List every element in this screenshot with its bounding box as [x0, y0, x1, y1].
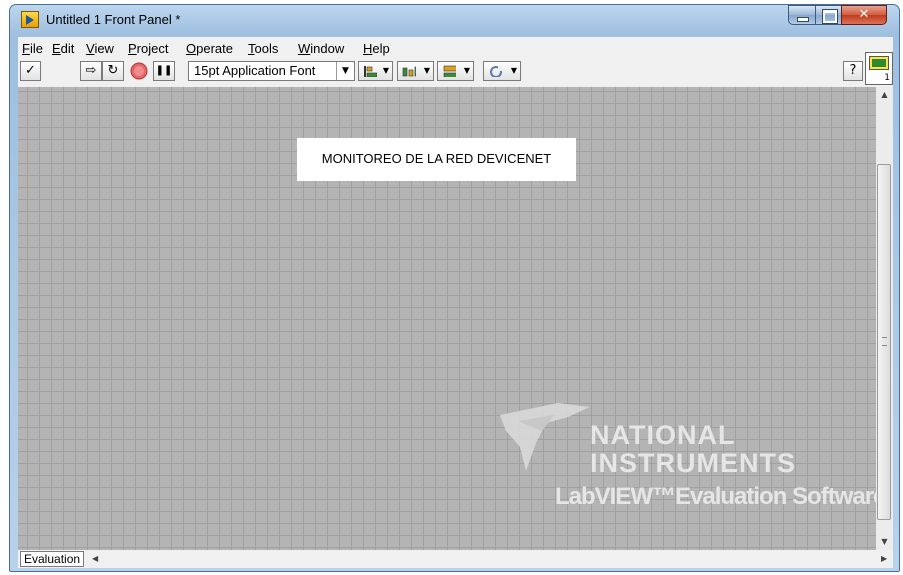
evaluation-tab[interactable]: Evaluation [20, 551, 85, 567]
window-title: Untitled 1 Front Panel * [46, 12, 181, 27]
run-arrow-icon: ⇨ [85, 63, 97, 78]
abort-button[interactable] [128, 61, 150, 81]
run-button[interactable]: ⇨ [80, 61, 102, 81]
free-label[interactable]: MONITOREO DE LA RED DEVICENET [297, 138, 576, 181]
reorder-icon [490, 66, 502, 77]
font-dropdown[interactable]: 15pt Application Font ▼ [188, 61, 355, 81]
context-help-button[interactable]: ? [843, 61, 863, 81]
distribute-icon [402, 66, 416, 77]
resize-icon [443, 65, 456, 77]
scroll-down-arrow-icon[interactable]: ▼ [876, 534, 893, 550]
minimize-button[interactable] [788, 5, 816, 25]
title-bar[interactable]: Untitled 1 Front Panel * ✕ [10, 5, 899, 37]
menu-project[interactable]: Project [128, 41, 168, 56]
checkmark-icon: ✓ [25, 63, 36, 78]
scroll-left-arrow-icon[interactable]: ◀ [92, 552, 98, 566]
run-continuously-icon: ↻ [107, 63, 119, 78]
pause-icon: ❚❚ [155, 65, 173, 76]
close-button[interactable]: ✕ [841, 5, 887, 25]
menu-tools[interactable]: Tools [248, 41, 278, 56]
run-continuously-button[interactable]: ↻ [102, 61, 124, 81]
chevron-down-icon: ▼ [336, 62, 354, 80]
chevron-down-icon: ▼ [423, 66, 430, 75]
scroll-right-arrow-icon[interactable]: ▶ [881, 552, 887, 566]
chevron-down-icon: ▼ [382, 66, 389, 75]
menu-operate[interactable]: Operate [186, 41, 233, 56]
maximize-button[interactable] [815, 5, 842, 25]
free-label-text: MONITOREO DE LA RED DEVICENET [321, 151, 552, 166]
help-icon: ? [849, 63, 857, 78]
status-bar: Evaluation ◀ ▶ [18, 550, 893, 568]
chevron-down-icon: ▼ [510, 66, 517, 75]
labview-app-icon[interactable] [21, 11, 39, 28]
align-icon [364, 66, 377, 77]
watermark-instruments: INSTRUMENTS [590, 448, 796, 478]
menu-help[interactable]: Help [363, 41, 390, 56]
checkmark-button[interactable]: ✓ [20, 61, 41, 81]
menu-file[interactable]: File [22, 41, 43, 56]
abort-icon [130, 62, 148, 80]
front-panel-canvas[interactable]: MONITOREO DE LA RED DEVICENET NATIONAL I… [18, 87, 876, 550]
watermark-labview-evaluation: LabVIEW™Evaluation Software [555, 483, 876, 510]
app-window: Untitled 1 Front Panel * ✕ File Edit Vie… [9, 4, 900, 572]
menu-window[interactable]: Window [298, 41, 344, 56]
ni-eagle-logo-icon [500, 403, 590, 471]
grip-icon [882, 337, 887, 346]
toolbar: ✓ ⇨ ↻ ❚❚ 15pt Application Font ▼ ▼ ▼ ▼ ▼… [18, 59, 893, 83]
menu-view[interactable]: View [86, 41, 114, 56]
resize-objects-button[interactable]: ▼ [437, 61, 474, 81]
close-icon: ✕ [858, 7, 870, 22]
scroll-up-arrow-icon[interactable]: ▲ [876, 87, 893, 103]
align-objects-button[interactable]: ▼ [358, 61, 393, 81]
vertical-scrollbar[interactable]: ▲ ▼ [876, 87, 893, 550]
chevron-down-icon: ▼ [463, 66, 470, 75]
menu-bar: File Edit View Project Operate Tools Win… [18, 37, 893, 59]
pause-button[interactable]: ❚❚ [153, 61, 175, 81]
client-area: File Edit View Project Operate Tools Win… [18, 37, 893, 568]
font-dropdown-value: 15pt Application Font [194, 63, 316, 78]
scrollbar-thumb[interactable] [877, 164, 891, 520]
distribute-objects-button[interactable]: ▼ [397, 61, 434, 81]
watermark-national: NATIONAL [590, 420, 736, 450]
reorder-button[interactable]: ▼ [483, 61, 521, 81]
menu-edit[interactable]: Edit [52, 41, 74, 56]
evaluation-watermark: NATIONAL INSTRUMENTS LabVIEW™Evaluation … [498, 397, 876, 547]
